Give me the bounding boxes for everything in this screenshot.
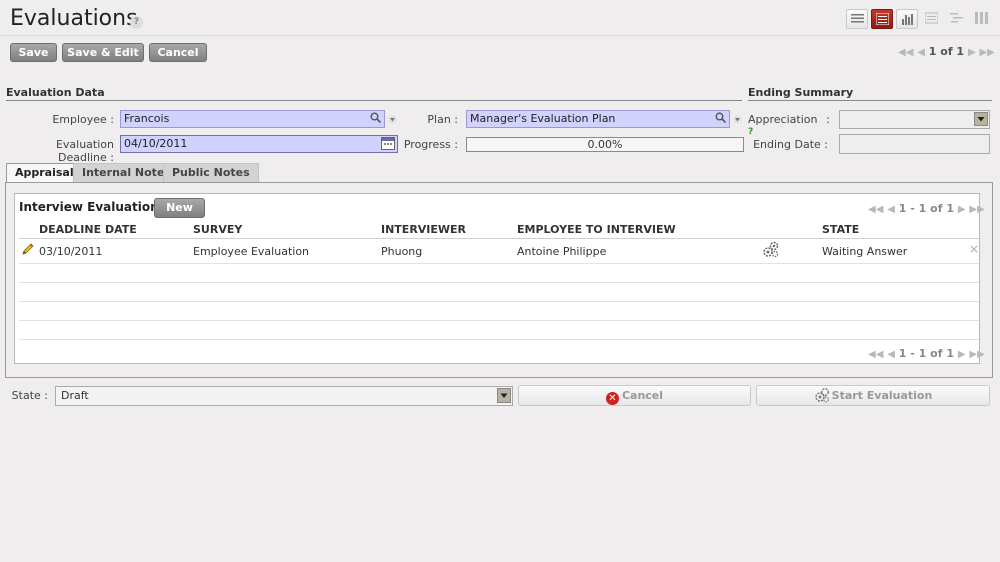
progress-value: 0.00% — [587, 138, 623, 151]
search-icon[interactable] — [370, 112, 382, 126]
last-page-icon[interactable]: ▶▶ — [969, 349, 984, 360]
deadline-label: Evaluation Deadline : — [55, 138, 114, 164]
list-view-icon[interactable] — [846, 9, 868, 29]
row-divider — [19, 263, 979, 264]
select-arrow-icon[interactable] — [974, 112, 988, 126]
cancel-evaluation-label: Cancel — [621, 389, 664, 402]
graph-view-icon[interactable] — [896, 9, 918, 29]
employee-field[interactable]: Francois — [120, 110, 385, 128]
delete-row-icon[interactable]: × — [969, 242, 979, 256]
cancel-evaluation-button[interactable]: ✕ Cancel — [518, 385, 751, 406]
list-pager-top: ◀◀ ◀ 1 - 1 of 1 ▶ ▶▶ — [868, 202, 985, 215]
ending-date-label: Ending Date : — [753, 138, 828, 151]
list-pager-bottom: ◀◀ ◀ 1 - 1 of 1 ▶ ▶▶ — [868, 347, 985, 360]
prev-page-icon[interactable]: ◀ — [917, 47, 925, 58]
dropdown-arrow-icon[interactable] — [388, 114, 397, 127]
row-employee: Antoine Philippe — [517, 245, 607, 258]
form-view-icon[interactable] — [871, 9, 893, 29]
column-header-deadline[interactable]: DEADLINE DATE — [39, 223, 137, 236]
gantt-view-icon[interactable] — [950, 12, 963, 27]
select-arrow-icon[interactable] — [497, 388, 511, 403]
next-page-icon[interactable]: ▶ — [958, 204, 966, 215]
appreciation-select[interactable] — [839, 110, 990, 129]
appreciation-help-icon[interactable]: ? — [748, 126, 753, 137]
state-select[interactable]: Draft — [55, 386, 513, 406]
deadline-value: 04/10/2011 — [124, 137, 188, 150]
row-divider — [19, 301, 979, 302]
plan-value: Manager's Evaluation Plan — [470, 112, 616, 125]
plan-label: Plan : — [427, 113, 458, 126]
search-icon[interactable] — [715, 112, 727, 126]
header-divider — [19, 238, 979, 239]
evaluation-data-heading: Evaluation Data — [6, 86, 105, 99]
plan-field[interactable]: Manager's Evaluation Plan — [466, 110, 730, 128]
save-edit-button[interactable]: Save & Edit — [62, 43, 144, 62]
page-title: Evaluations — [10, 6, 138, 31]
row-state: Waiting Answer — [822, 245, 908, 258]
row-interviewer: Phuong — [381, 245, 423, 258]
state-value: Draft — [61, 389, 89, 402]
calendar-icon[interactable] — [381, 137, 395, 153]
gears-icon[interactable] — [762, 241, 779, 261]
column-header-interviewer[interactable]: INTERVIEWER — [381, 223, 466, 236]
tab-appraisal[interactable]: Appraisal — [6, 163, 83, 183]
progress-bar: 0.00% — [466, 137, 744, 152]
header-divider — [0, 35, 1000, 36]
row-divider — [19, 320, 979, 321]
ending-date-field[interactable] — [839, 134, 990, 154]
tab-public-notes[interactable]: Public Notes — [163, 163, 259, 182]
record-pager: ◀◀ ◀ 1 of 1 ▶ ▶▶ — [898, 45, 995, 58]
state-label: State : — [11, 389, 48, 402]
appreciation-label-text: Appreciation — [748, 113, 818, 126]
start-evaluation-button[interactable]: Start Evaluation — [756, 385, 990, 406]
column-header-employee[interactable]: EMPLOYEE TO INTERVIEW — [517, 223, 676, 236]
employee-value: Francois — [124, 112, 170, 125]
pager-text: 1 - 1 of 1 — [898, 202, 954, 215]
progress-label: Progress : — [403, 138, 458, 151]
pager-text: 1 of 1 — [928, 45, 965, 58]
last-page-icon[interactable]: ▶▶ — [969, 204, 984, 215]
next-page-icon[interactable]: ▶ — [958, 349, 966, 360]
calendar-view-icon[interactable] — [924, 12, 939, 27]
first-page-icon[interactable]: ◀◀ — [868, 204, 883, 215]
row-divider — [19, 339, 979, 340]
interview-list-title: Interview Evaluation — [19, 200, 159, 214]
column-header-survey[interactable]: SURVEY — [193, 223, 242, 236]
dropdown-arrow-icon[interactable] — [733, 114, 742, 127]
last-page-icon[interactable]: ▶▶ — [979, 47, 994, 58]
prev-page-icon[interactable]: ◀ — [887, 349, 895, 360]
row-divider — [19, 282, 979, 283]
appreciation-colon: : — [826, 113, 830, 126]
save-button[interactable]: Save — [10, 43, 57, 62]
pager-text: 1 - 1 of 1 — [898, 347, 954, 360]
deadline-field[interactable]: 04/10/2011 — [120, 135, 398, 153]
cancel-icon: ✕ — [605, 392, 619, 405]
help-icon[interactable]: ? — [130, 16, 143, 29]
cancel-button[interactable]: Cancel — [149, 43, 207, 62]
evaluation-data-divider — [6, 100, 742, 101]
edit-pencil-icon[interactable] — [22, 243, 34, 258]
ending-summary-heading: Ending Summary — [748, 86, 854, 99]
first-page-icon[interactable]: ◀◀ — [898, 47, 913, 58]
gears-icon — [814, 387, 830, 409]
kanban-view-icon[interactable] — [975, 12, 988, 27]
column-header-state[interactable]: STATE — [822, 223, 859, 236]
row-survey: Employee Evaluation — [193, 245, 310, 258]
start-evaluation-label: Start Evaluation — [831, 389, 933, 402]
employee-label: Employee : — [52, 113, 114, 126]
first-page-icon[interactable]: ◀◀ — [868, 349, 883, 360]
ending-summary-divider — [748, 100, 992, 101]
next-page-icon[interactable]: ▶ — [968, 47, 976, 58]
row-deadline: 03/10/2011 — [39, 245, 103, 258]
prev-page-icon[interactable]: ◀ — [887, 204, 895, 215]
new-button[interactable]: New — [154, 198, 205, 218]
